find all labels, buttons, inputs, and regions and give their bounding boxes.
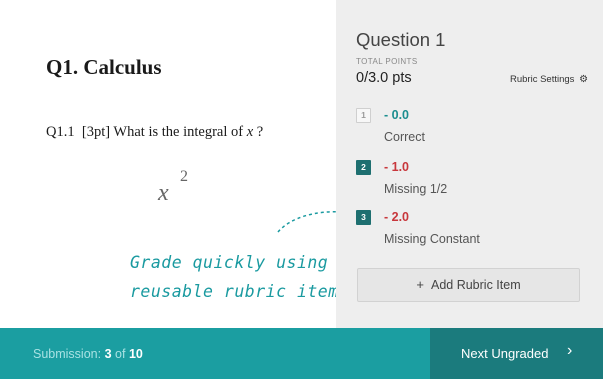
panel-title: Question 1: [356, 29, 446, 50]
grading-panel: Question 1 TOTAL POINTS 0/3.0 pts Rubric…: [336, 0, 603, 328]
handwritten-answer: x 2: [158, 168, 188, 206]
question-text: Q1.1 [3pt] What is the integral of x ?: [46, 124, 264, 140]
rubric-item-3[interactable]: 3 - 2.0 Missing Constant: [356, 210, 586, 250]
question-title: Q1. Calculus: [46, 55, 162, 79]
rubric-item-2[interactable]: 2 - 1.0 Missing 1/2: [356, 160, 586, 200]
next-ungraded-button[interactable]: Next Ungraded ›: [430, 328, 603, 379]
rubric-item-points: - 2.0: [384, 210, 410, 224]
gear-icon: ⚙: [579, 74, 589, 85]
rubric-item-description: Missing 1/2: [384, 182, 448, 196]
rubric-item-number: 3: [356, 210, 371, 225]
rubric-settings-button[interactable]: Rubric Settings ⚙: [510, 74, 588, 85]
plus-icon: +: [416, 277, 424, 292]
bottom-bar: Submission: 3 of 10 Next Ungraded ›: [0, 328, 603, 379]
chevron-right-icon: ›: [567, 342, 573, 359]
rubric-item-points: - 0.0: [384, 108, 410, 122]
rubric-item-description: Missing Constant: [384, 232, 480, 246]
rubric-item-number: 2: [356, 160, 371, 175]
submission-counter: Submission: 3 of 10: [33, 347, 143, 361]
total-points-label: TOTAL POINTS: [356, 57, 418, 66]
add-rubric-item-button[interactable]: + Add Rubric Item: [357, 268, 580, 302]
rubric-item-description: Correct: [384, 130, 425, 144]
hint-annotation: Grade quickly using reusable rubric item…: [130, 253, 350, 301]
rubric-item-points: - 1.0: [384, 160, 410, 174]
rubric-item-1[interactable]: 1 - 0.0 Correct: [356, 108, 586, 148]
rubric-item-number: 1: [356, 108, 371, 123]
document-view: Q1. Calculus Q1.1 [3pt] What is the inte…: [0, 0, 349, 328]
total-points-value: 0/3.0 pts: [356, 70, 412, 86]
